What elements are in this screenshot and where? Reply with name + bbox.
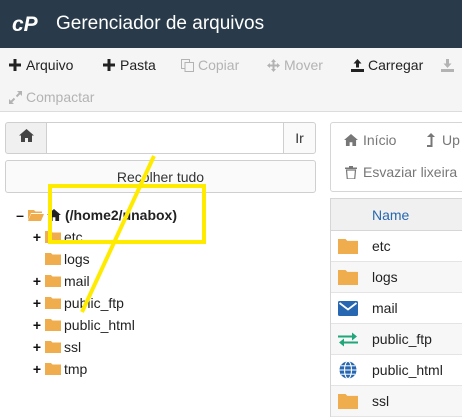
- upload-icon: [350, 58, 364, 72]
- folder-icon: [45, 341, 61, 353]
- folder-icon: [45, 297, 61, 309]
- home-label: Início: [363, 132, 397, 148]
- app-header: cP Gerenciador de arquivos: [0, 0, 462, 48]
- folder-icon: [45, 319, 61, 331]
- file-name: public_html: [372, 362, 443, 378]
- expand-toggle-icon[interactable]: +: [31, 229, 43, 245]
- tree-item-public-ftp[interactable]: + public_ftp: [31, 293, 124, 313]
- tree-root[interactable]: – (/home2/unabox): [14, 205, 177, 225]
- expand-toggle-icon[interactable]: +: [31, 339, 43, 355]
- compress-button[interactable]: Compactar: [8, 87, 94, 107]
- up-one-level-button[interactable]: Up: [423, 132, 460, 148]
- upload-label: Carregar: [368, 57, 424, 73]
- toolbar: Arquivo Pasta Copiar Mover Carregar Comp…: [0, 48, 462, 112]
- trash-icon: [344, 165, 358, 179]
- file-name: public_ftp: [372, 331, 432, 347]
- copy-icon: [180, 58, 194, 72]
- new-folder-label: Pasta: [120, 57, 156, 73]
- open-folder-icon: [28, 210, 44, 221]
- page-title: Gerenciador de arquivos: [56, 13, 265, 34]
- folder-icon: [337, 392, 359, 410]
- copy-button[interactable]: Copiar: [180, 55, 239, 75]
- compress-label: Compactar: [26, 89, 95, 105]
- navigation-panel: Início Up Esvaziar lixeira: [330, 122, 462, 192]
- cpanel-logo[interactable]: cP: [12, 13, 46, 35]
- tree-item-label: public_html: [64, 317, 135, 333]
- home-icon: [18, 129, 34, 147]
- plus-icon: [102, 58, 116, 72]
- copy-label: Copiar: [198, 57, 240, 73]
- tree-item-etc[interactable]: + etc: [31, 227, 83, 247]
- empty-trash-button[interactable]: Esvaziar lixeira: [344, 164, 457, 180]
- expand-toggle-icon[interactable]: +: [31, 273, 43, 289]
- transfer-arrows-icon: [337, 330, 359, 348]
- folder-icon: [45, 253, 61, 265]
- move-arrows-icon: [266, 58, 280, 72]
- folder-icon: [337, 237, 359, 255]
- tree-item-label: public_ftp: [64, 295, 124, 311]
- up-one-level-label: Up: [442, 132, 460, 148]
- collapse-all-button[interactable]: Recolher tudo: [5, 160, 316, 193]
- file-table: Name etc logs mail public_ftp public_htm…: [330, 198, 462, 417]
- svg-text:cP: cP: [12, 13, 39, 35]
- table-row[interactable]: logs: [331, 262, 462, 293]
- tree-item-label: ssl: [64, 339, 82, 355]
- home-icon: [47, 209, 61, 221]
- folder-icon: [45, 363, 61, 375]
- tree-item-mail[interactable]: + mail: [31, 271, 90, 291]
- new-file-label: Arquivo: [26, 57, 74, 73]
- upload-button[interactable]: Carregar: [350, 55, 423, 75]
- path-navigation: Ir: [5, 122, 316, 154]
- home-icon: [344, 133, 358, 147]
- folder-icon: [45, 231, 61, 243]
- plus-icon: [8, 58, 22, 72]
- file-name: etc: [372, 238, 391, 254]
- tree-item-ssl[interactable]: + ssl: [31, 337, 81, 357]
- table-row[interactable]: public_html: [331, 355, 462, 386]
- file-name: ssl: [372, 393, 390, 409]
- tree-root-label: (/home2/unabox): [65, 207, 178, 223]
- tree-item-label: tmp: [64, 361, 88, 377]
- go-button[interactable]: Ir: [283, 122, 316, 154]
- folder-icon: [337, 268, 359, 286]
- table-row[interactable]: ssl: [331, 386, 462, 417]
- file-name: logs: [372, 269, 398, 285]
- compress-icon: [8, 90, 22, 104]
- tree-item-label: logs: [64, 251, 90, 267]
- table-row[interactable]: public_ftp: [331, 324, 462, 355]
- tree-item-label: mail: [64, 273, 90, 289]
- folder-icon: [45, 275, 61, 287]
- collapse-toggle-icon[interactable]: –: [14, 207, 26, 223]
- tree-item-logs[interactable]: logs: [31, 249, 90, 269]
- expand-toggle-icon[interactable]: +: [31, 361, 43, 377]
- home-button[interactable]: Início: [344, 132, 396, 148]
- level-up-icon: [423, 133, 437, 147]
- empty-trash-label: Esvaziar lixeira: [363, 164, 458, 180]
- path-input[interactable]: [47, 122, 283, 154]
- new-folder-button[interactable]: Pasta: [102, 55, 156, 75]
- move-button[interactable]: Mover: [266, 55, 323, 75]
- file-name: mail: [372, 300, 398, 316]
- move-label: Mover: [284, 57, 323, 73]
- home-directory-button[interactable]: [5, 122, 47, 154]
- tree-item-tmp[interactable]: + tmp: [31, 359, 87, 379]
- globe-icon: [337, 361, 359, 379]
- envelope-icon: [337, 299, 359, 317]
- expand-toggle-icon[interactable]: +: [31, 317, 43, 333]
- download-button[interactable]: [440, 55, 458, 75]
- table-row[interactable]: mail: [331, 293, 462, 324]
- expand-toggle-icon[interactable]: +: [31, 295, 43, 311]
- tree-item-public-html[interactable]: + public_html: [31, 315, 135, 335]
- tree-item-label: etc: [64, 229, 83, 245]
- new-file-button[interactable]: Arquivo: [8, 55, 73, 75]
- name-column-header[interactable]: Name: [331, 199, 462, 231]
- download-icon: [440, 58, 454, 72]
- table-row[interactable]: etc: [331, 231, 462, 262]
